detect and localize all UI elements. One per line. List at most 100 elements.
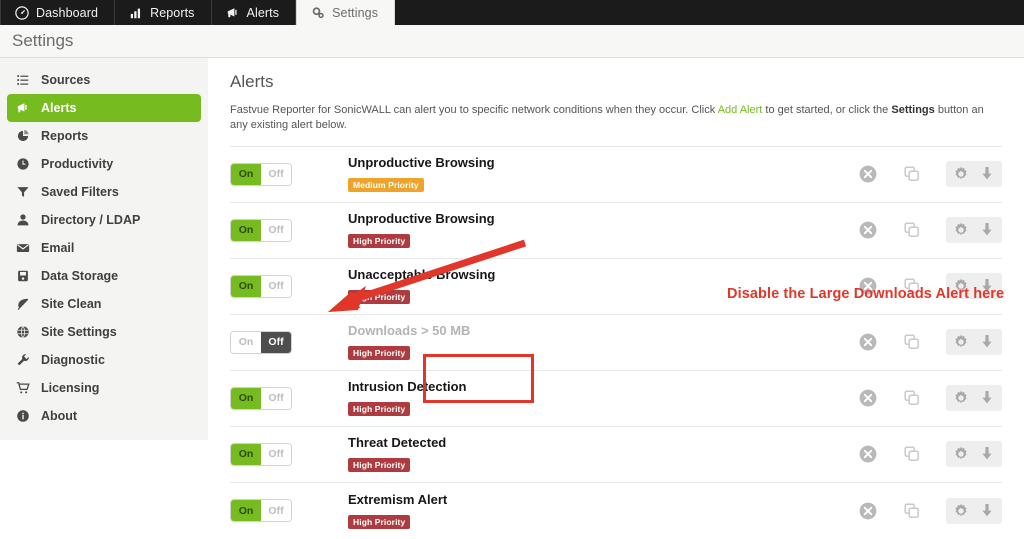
- alert-enable-toggle[interactable]: On Off: [230, 218, 292, 242]
- sidebar-item-data-storage[interactable]: Data Storage: [7, 262, 201, 290]
- cart-icon: [16, 381, 30, 395]
- nav-tab-reports[interactable]: Reports: [115, 0, 212, 25]
- sidebar-item-diagnostic[interactable]: Diagnostic: [7, 346, 201, 374]
- alert-actions: [858, 385, 1002, 412]
- alert-row: On Off Extremism Alert High Priority: [230, 483, 1002, 539]
- alert-enable-toggle[interactable]: On Off: [230, 330, 292, 354]
- toggle-on-label[interactable]: On: [231, 331, 261, 353]
- duplicate-icon[interactable]: [902, 220, 922, 240]
- nav-tab-alerts[interactable]: Alerts: [212, 0, 297, 25]
- settings-download-group: [946, 441, 1002, 468]
- toggle-on-label[interactable]: On: [231, 219, 261, 241]
- gears-icon: [311, 6, 325, 20]
- sidebar-item-label: Email: [41, 241, 75, 255]
- duplicate-icon[interactable]: [902, 501, 922, 521]
- sidebar-item-label: Reports: [41, 129, 89, 143]
- page-title-bar: Settings: [0, 25, 1024, 58]
- toggle-off-label[interactable]: Off: [261, 275, 291, 297]
- gear-icon[interactable]: [951, 501, 971, 521]
- wrench-icon: [16, 353, 30, 367]
- duplicate-icon[interactable]: [902, 444, 922, 464]
- sidebar-item-label: Sources: [41, 73, 91, 87]
- description-part2: to get started, or click the: [762, 104, 892, 116]
- alert-info: Extremism Alert High Priority: [292, 492, 858, 530]
- nav-tab-dashboard[interactable]: Dashboard: [0, 0, 116, 25]
- sidebar-item-label: Saved Filters: [41, 185, 119, 199]
- sidebar-item-alerts[interactable]: Alerts: [7, 94, 201, 122]
- toggle-on-label[interactable]: On: [231, 500, 261, 522]
- download-icon[interactable]: [977, 388, 997, 408]
- gear-icon[interactable]: [951, 164, 971, 184]
- delete-icon[interactable]: [858, 501, 878, 521]
- sidebar-item-label: About: [41, 409, 78, 423]
- download-icon[interactable]: [977, 220, 997, 240]
- sidebar-item-label: Directory / LDAP: [41, 213, 141, 227]
- settings-download-group: [946, 161, 1002, 188]
- gear-icon[interactable]: [951, 220, 971, 240]
- settings-download-group: [946, 497, 1002, 524]
- duplicate-icon[interactable]: [902, 388, 922, 408]
- download-icon[interactable]: [977, 332, 997, 352]
- alert-actions: [858, 161, 1002, 188]
- add-alert-link[interactable]: Add Alert: [718, 104, 763, 116]
- settings-download-group: [946, 329, 1002, 356]
- sidebar-item-licensing[interactable]: Licensing: [7, 374, 201, 402]
- duplicate-icon[interactable]: [902, 332, 922, 352]
- sidebar-item-email[interactable]: Email: [7, 234, 201, 262]
- download-icon[interactable]: [977, 501, 997, 521]
- sidebar-item-productivity[interactable]: Productivity: [7, 150, 201, 178]
- delete-icon[interactable]: [858, 332, 878, 352]
- sidebar-item-site-settings[interactable]: Site Settings: [7, 318, 201, 346]
- toggle-on-label[interactable]: On: [231, 163, 261, 185]
- delete-icon[interactable]: [858, 220, 878, 240]
- nav-tab-settings[interactable]: Settings: [296, 0, 396, 25]
- alert-enable-toggle[interactable]: On Off: [230, 162, 292, 186]
- alert-info: Downloads > 50 MB High Priority: [292, 323, 858, 361]
- toggle-on-label[interactable]: On: [231, 387, 261, 409]
- toggle-on-label[interactable]: On: [231, 443, 261, 465]
- alert-title: Intrusion Detection: [348, 379, 467, 395]
- priority-badge: High Priority: [348, 346, 411, 361]
- priority-badge: Medium Priority: [348, 178, 424, 193]
- alert-enable-toggle[interactable]: On Off: [230, 499, 292, 523]
- main-content: Alerts Fastvue Reporter for SonicWALL ca…: [208, 58, 1024, 539]
- sidebar-item-directory-ldap[interactable]: Directory / LDAP: [7, 206, 201, 234]
- toggle-off-label[interactable]: Off: [261, 500, 291, 522]
- gear-icon[interactable]: [951, 332, 971, 352]
- alert-enable-toggle[interactable]: On Off: [230, 386, 292, 410]
- alert-actions: [858, 441, 1002, 468]
- alert-row: On Off Unproductive Browsing High Priority: [230, 203, 1002, 259]
- nav-tab-label: Alerts: [246, 5, 280, 20]
- alert-title: Unproductive Browsing: [348, 155, 495, 171]
- toggle-off-label[interactable]: Off: [261, 331, 291, 353]
- delete-icon[interactable]: [858, 444, 878, 464]
- priority-badge: High Priority: [348, 514, 411, 529]
- delete-icon[interactable]: [858, 388, 878, 408]
- duplicate-icon[interactable]: [902, 164, 922, 184]
- chart-icon: [16, 129, 30, 143]
- description-part1: Fastvue Reporter for SonicWALL can alert…: [230, 104, 718, 116]
- toggle-off-label[interactable]: Off: [261, 387, 291, 409]
- alert-enable-toggle[interactable]: On Off: [230, 442, 292, 466]
- toggle-off-label[interactable]: Off: [261, 443, 291, 465]
- sidebar-item-sources[interactable]: Sources: [7, 66, 201, 94]
- download-icon[interactable]: [977, 444, 997, 464]
- gear-icon[interactable]: [951, 444, 971, 464]
- top-navigation-bar: Dashboard Reports Alerts Settings: [0, 0, 1024, 25]
- sidebar-item-label: Site Settings: [41, 325, 117, 339]
- gear-icon[interactable]: [951, 388, 971, 408]
- download-icon[interactable]: [977, 164, 997, 184]
- sidebar-item-saved-filters[interactable]: Saved Filters: [7, 178, 201, 206]
- sidebar-item-reports[interactable]: Reports: [7, 122, 201, 150]
- toggle-off-label[interactable]: Off: [261, 163, 291, 185]
- toggle-off-label[interactable]: Off: [261, 219, 291, 241]
- toggle-on-label[interactable]: On: [231, 275, 261, 297]
- alerts-list: On Off Unproductive Browsing Medium Priorit…: [230, 147, 1002, 539]
- sidebar-item-site-clean[interactable]: Site Clean: [7, 290, 201, 318]
- funnel-icon: [16, 185, 30, 199]
- sidebar-item-about[interactable]: About: [7, 402, 201, 430]
- database-icon: [16, 269, 30, 283]
- delete-icon[interactable]: [858, 164, 878, 184]
- alert-actions: [858, 217, 1002, 244]
- alert-enable-toggle[interactable]: On Off: [230, 274, 292, 298]
